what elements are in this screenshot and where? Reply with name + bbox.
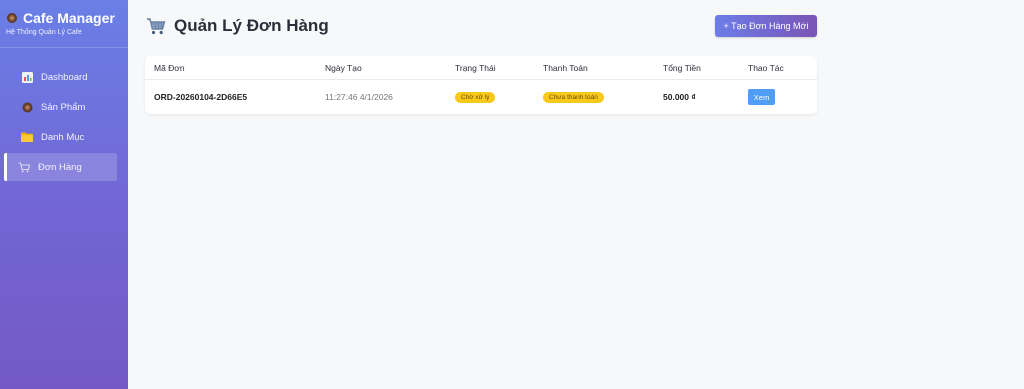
page-title: Quản Lý Đơn Hàng — [146, 16, 329, 36]
sidebar-item-label: Danh Mục — [41, 131, 85, 143]
sidebar-item-categories[interactable]: Danh Mục — [4, 123, 117, 151]
sidebar-nav: Dashboard Sản Phẩm Danh Mục Đơn Hàng — [0, 63, 128, 181]
order-date: 11:27:46 4/1/2026 — [325, 92, 393, 102]
page-title-text: Quản Lý Đơn Hàng — [174, 16, 329, 35]
column-header-payment: Thanh Toán — [543, 62, 588, 73]
main-content: Quản Lý Đơn Hàng + Tạo Đơn Hàng Mới Mã Đ… — [128, 0, 1024, 389]
status-badge: Chờ xử lý — [455, 91, 496, 103]
coffee-icon — [21, 101, 33, 113]
app-title: Cafe Manager — [6, 10, 122, 26]
order-total: 50.000 ₫ — [663, 92, 696, 102]
cart-icon — [18, 161, 30, 173]
status-cell: Chờ xử lý — [455, 80, 496, 114]
view-order-button[interactable]: Xem — [748, 89, 775, 105]
sidebar-item-label: Dashboard — [41, 71, 88, 83]
chart-icon — [21, 71, 33, 83]
payment-badge: Chưa thanh toán — [543, 91, 604, 103]
coffee-icon — [7, 13, 17, 23]
table-header: Mã Đơn Ngày Tạo Trạng Thái Thanh Toán Tổ… — [145, 56, 817, 80]
cart-icon — [147, 18, 166, 35]
sidebar-item-products[interactable]: Sản Phẩm — [4, 93, 117, 121]
sidebar-item-label: Sản Phẩm — [41, 101, 86, 113]
column-header-total: Tổng Tiền — [663, 62, 701, 73]
actions-cell: Xem — [748, 80, 775, 114]
sidebar-item-orders[interactable]: Đơn Hàng — [4, 153, 117, 181]
payment-cell: Chưa thanh toán — [543, 80, 604, 114]
order-code: ORD-20260104-2D66E5 — [154, 92, 248, 102]
folder-icon — [21, 131, 33, 143]
create-order-button[interactable]: + Tạo Đơn Hàng Mới — [715, 15, 817, 37]
orders-table: Mã Đơn Ngày Tạo Trạng Thái Thanh Toán Tổ… — [145, 56, 817, 114]
sidebar-item-dashboard[interactable]: Dashboard — [4, 63, 117, 91]
sidebar-item-label: Đơn Hàng — [38, 161, 82, 173]
column-header-actions: Thao Tác — [748, 62, 784, 73]
app-subtitle: Hệ Thống Quản Lý Cafe — [6, 29, 82, 36]
sidebar: Cafe Manager Hệ Thống Quản Lý Cafe Dashb… — [0, 0, 128, 389]
table-row: ORD-20260104-2D66E5 11:27:46 4/1/2026 Ch… — [145, 80, 817, 114]
column-header-code: Mã Đơn — [154, 62, 185, 73]
column-header-date: Ngày Tạo — [325, 62, 362, 73]
app-title-text: Cafe Manager — [23, 10, 115, 26]
column-header-status: Trạng Thái — [455, 62, 496, 73]
brand: Cafe Manager Hệ Thống Quản Lý Cafe — [0, 0, 128, 48]
